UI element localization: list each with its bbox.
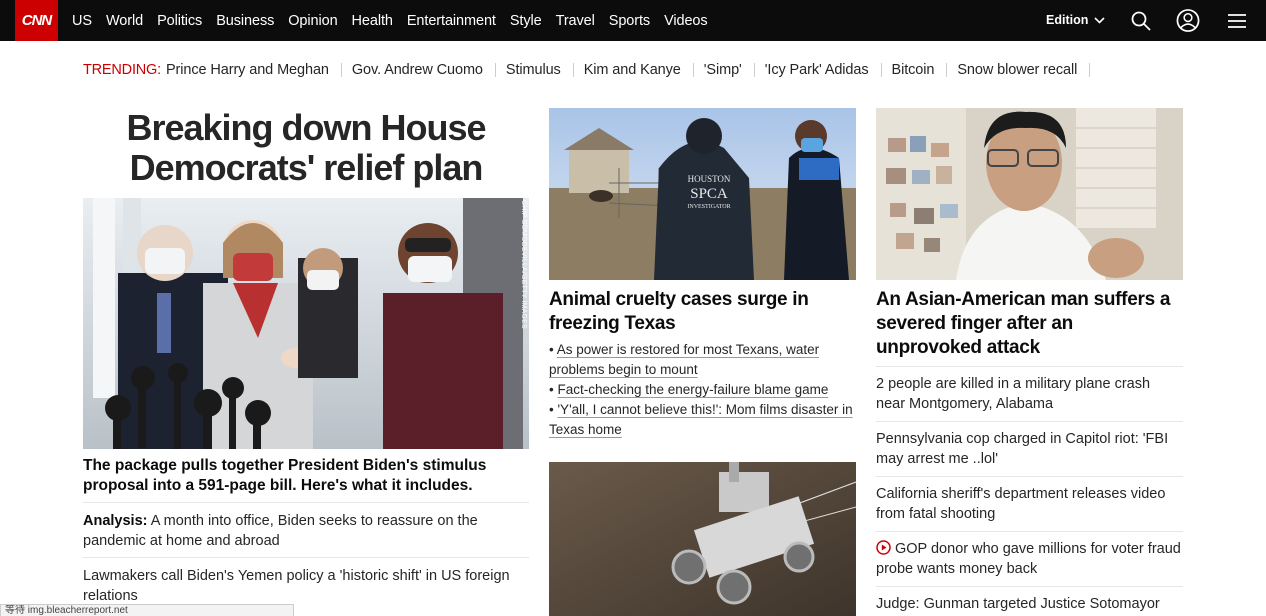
nav-link-style[interactable]: Style [510, 13, 542, 29]
lead-headline[interactable]: Breaking down House Democrats' relief pl… [83, 108, 529, 188]
right-story-item[interactable]: Judge: Gunman targeted Justice Sotomayor [876, 594, 1183, 614]
rover-descent-photo [549, 462, 856, 616]
texas-bullet-list: • As power is restored for most Texans, … [549, 340, 856, 440]
divider [876, 366, 1183, 367]
divider [876, 476, 1183, 477]
trending-item[interactable]: 'Icy Park' Adidas [765, 62, 869, 78]
trending-item[interactable]: Bitcoin [892, 62, 935, 78]
trending-item[interactable]: Gov. Andrew Cuomo [352, 62, 483, 78]
top-nav-bar: CNN US World Politics Business Opinion H… [0, 0, 1266, 41]
edition-label: Edition [1046, 13, 1089, 27]
divider [753, 63, 755, 77]
bullet-link[interactable]: • Fact-checking the energy-failure blame… [549, 380, 856, 400]
nav-link-world[interactable]: World [106, 13, 143, 29]
right-story-item[interactable]: GOP donor who gave millions for voter fr… [876, 539, 1183, 579]
logo-text: CNN [21, 12, 52, 29]
nav-links: US World Politics Business Opinion Healt… [72, 13, 722, 29]
search-icon[interactable] [1129, 9, 1153, 33]
divider [876, 421, 1183, 422]
lead-story-caption[interactable]: The package pulls together President Bid… [83, 456, 529, 496]
divider [494, 63, 496, 77]
bullet-link[interactable]: • 'Y'all, I cannot believe this!': Mom f… [549, 400, 856, 440]
nav-link-videos[interactable]: Videos [664, 13, 708, 29]
man-portrait-photo [876, 108, 1183, 280]
trending-item[interactable]: Stimulus [506, 62, 561, 78]
asian-american-headline[interactable]: An Asian-American man suffers a severed … [876, 288, 1183, 360]
nav-link-politics[interactable]: Politics [157, 13, 202, 29]
right-story-item[interactable]: 2 people are killed in a military plane … [876, 374, 1183, 414]
bullet-text: Fact-checking the energy-failure blame g… [557, 382, 829, 397]
nav-link-health[interactable]: Health [352, 13, 393, 29]
svg-text:INVESTIGATOR: INVESTIGATOR [687, 204, 730, 210]
nav-link-travel[interactable]: Travel [556, 13, 595, 29]
right-story-text: California sheriff's department releases… [876, 486, 1166, 522]
trending-item[interactable]: Kim and Kanye [584, 62, 681, 78]
trending-item[interactable]: Snow blower recall [957, 62, 1077, 78]
svg-text:HOUSTON: HOUSTON [688, 174, 731, 184]
edition-selector[interactable]: Edition [1046, 13, 1105, 27]
browser-status-bar: 等待 img.bleacherreport.net [0, 604, 294, 616]
chevron-down-icon [1094, 16, 1105, 24]
asian-american-story-image[interactable] [876, 108, 1183, 280]
right-story-text: GOP donor who gave millions for voter fr… [876, 541, 1181, 577]
divider [876, 531, 1183, 532]
divider [572, 63, 574, 77]
svg-text:SPCA: SPCA [690, 186, 728, 202]
divider [1089, 63, 1091, 77]
right-story-text: 2 people are killed in a military plane … [876, 376, 1151, 412]
bullet-text: 'Y'all, I cannot believe this!': Mom fil… [549, 402, 853, 437]
lead-story-image[interactable] [83, 198, 529, 449]
right-story-text: Pennsylvania cop charged in Capitol riot… [876, 431, 1169, 467]
analysis-label: Analysis: [83, 513, 148, 529]
bullet-text: As power is restored for most Texans, wa… [549, 342, 820, 377]
nav-link-us[interactable]: US [72, 13, 92, 29]
trending-bar: TRENDING: Prince Harry and Meghan Gov. A… [83, 62, 1100, 78]
left-story-item[interactable]: Lawmakers call Biden's Yemen policy a 'h… [83, 566, 529, 606]
spca-investigator-photo: HOUSTON SPCA INVESTIGATOR [549, 108, 856, 280]
nav-link-opinion[interactable]: Opinion [288, 13, 337, 29]
nav-link-entertainment[interactable]: Entertainment [407, 13, 496, 29]
texas-headline[interactable]: Animal cruelty cases surge in freezing T… [549, 288, 856, 336]
mars-rover-image[interactable] [549, 462, 856, 616]
right-story-text: Judge: Gunman targeted Justice Sotomayor [876, 596, 1160, 612]
trending-item[interactable]: Prince Harry and Meghan [166, 62, 329, 78]
left-story-text: Lawmakers call Biden's Yemen policy a 'h… [83, 568, 510, 604]
divider [880, 63, 882, 77]
divider [340, 63, 342, 77]
divider [876, 586, 1183, 587]
account-icon[interactable] [1176, 8, 1200, 32]
divider [946, 63, 948, 77]
image-credit-text: CHIP SOMODEVILLA/GETTY IMAGES [520, 200, 527, 329]
menu-icon[interactable] [1225, 9, 1249, 33]
trending-label: TRENDING: [83, 62, 161, 78]
cnn-logo[interactable]: CNN [15, 0, 58, 41]
left-story-item[interactable]: Analysis: A month into office, Biden see… [83, 511, 529, 551]
texas-spca-image[interactable]: HOUSTON SPCA INVESTIGATOR [549, 108, 856, 280]
nav-link-sports[interactable]: Sports [609, 13, 650, 29]
divider [83, 502, 529, 503]
video-play-icon [876, 540, 891, 555]
trending-item[interactable]: 'Simp' [704, 62, 742, 78]
right-story-item[interactable]: Pennsylvania cop charged in Capitol riot… [876, 429, 1183, 469]
divider [692, 63, 694, 77]
divider [83, 557, 529, 558]
nav-link-business[interactable]: Business [216, 13, 274, 29]
capitol-press-photo [83, 198, 529, 449]
bullet-link[interactable]: • As power is restored for most Texans, … [549, 340, 856, 380]
right-story-item[interactable]: California sheriff's department releases… [876, 484, 1183, 524]
image-credit: CHIP SOMODEVILLA/GETTY IMAGES [518, 200, 530, 329]
